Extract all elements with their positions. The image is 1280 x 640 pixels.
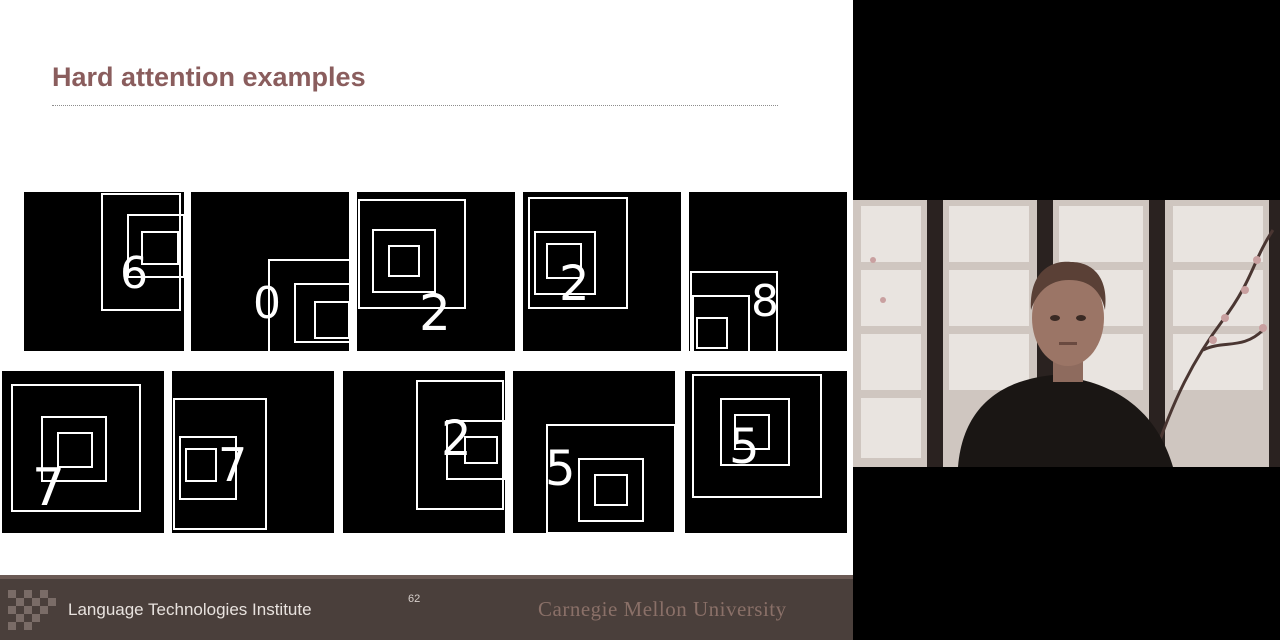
- footer-organization: Language Technologies Institute: [68, 600, 312, 619]
- attention-example-tile: 2: [357, 192, 515, 351]
- attention-example-tile: 6: [24, 192, 184, 351]
- attention-example-tile: 7: [2, 371, 164, 533]
- digit-glyph: 2: [559, 256, 590, 312]
- footer-university: Carnegie Mellon University: [538, 597, 787, 621]
- presentation-slide: Hard attention examples 6 0 2 2 8 7 7 2 …: [0, 0, 853, 640]
- digit-glyph: 5: [729, 419, 760, 475]
- attention-example-tile: 7: [172, 371, 334, 533]
- title-divider: [52, 105, 778, 106]
- attention-example-tile: 8: [689, 192, 847, 351]
- page-number: 62: [408, 593, 421, 605]
- digit-glyph: 2: [419, 284, 451, 342]
- digit-glyph: 2: [441, 411, 472, 467]
- slide-title: Hard attention examples: [52, 62, 366, 92]
- presenter-webcam: [853, 200, 1280, 467]
- digit-glyph: 7: [218, 438, 247, 492]
- attention-example-tile: 2: [343, 371, 505, 533]
- attention-example-tile: 5: [685, 371, 847, 533]
- presenter-video-frame: [853, 200, 1280, 467]
- lti-logo-icon: [8, 590, 56, 630]
- attention-glimpse-boxes: 6: [101, 193, 184, 311]
- attention-example-tile: 5: [513, 371, 675, 533]
- screen: Hard attention examples 6 0 2 2 8 7 7 2 …: [0, 0, 1280, 640]
- attention-example-tile: 0: [191, 192, 349, 351]
- digit-glyph: 7: [32, 458, 65, 518]
- digit-glyph: 0: [253, 278, 281, 329]
- digit-glyph: 8: [751, 276, 779, 327]
- footer-divider: [0, 575, 853, 579]
- digit-glyph: 5: [545, 441, 576, 497]
- attention-example-tile: 2: [523, 192, 681, 351]
- digit-glyph: 6: [120, 248, 148, 299]
